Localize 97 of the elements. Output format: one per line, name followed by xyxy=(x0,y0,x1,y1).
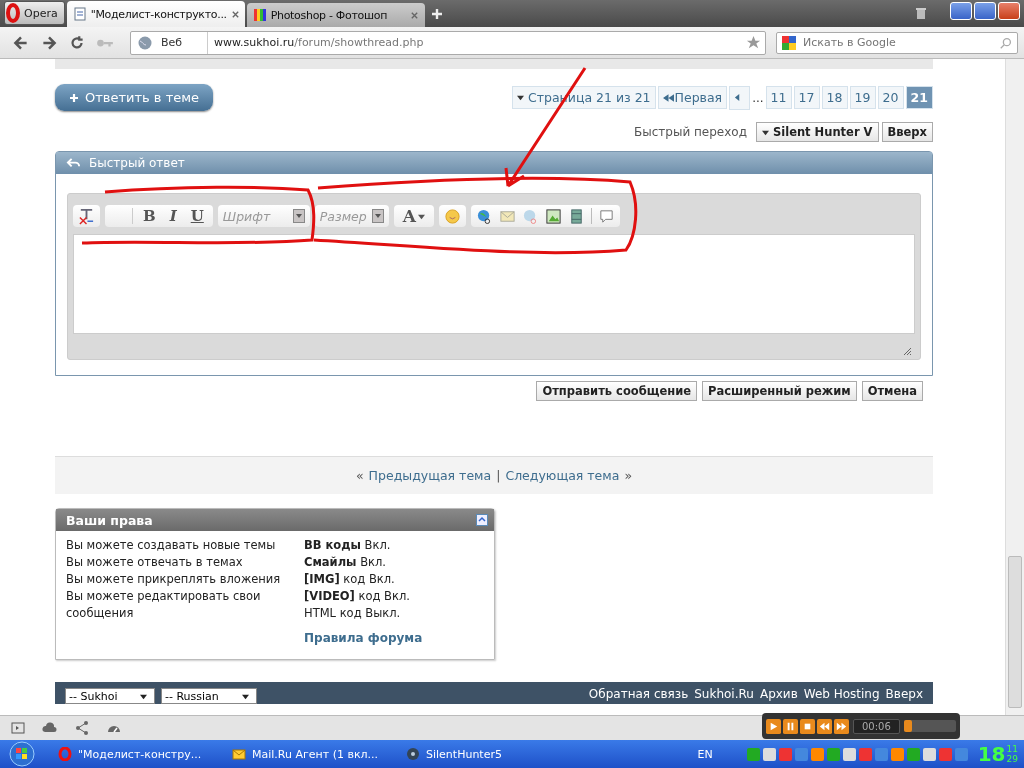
disc-icon xyxy=(406,747,420,761)
language-indicator[interactable]: EN xyxy=(697,747,713,761)
rainbow-icon xyxy=(252,8,267,22)
taskbar-item[interactable]: SilentHunter5 xyxy=(396,747,566,761)
quick-nav-label: Быстрый переход xyxy=(634,125,747,139)
opera-icon xyxy=(58,747,72,761)
collapse-icon[interactable] xyxy=(476,514,488,526)
form-button[interactable]: Отмена xyxy=(861,381,923,401)
fast-forward-button[interactable] xyxy=(834,718,849,734)
code-status-text: [IMG] код Вкл. xyxy=(304,571,396,588)
trash-icon[interactable] xyxy=(914,6,928,20)
page-link[interactable]: 19 xyxy=(849,86,876,109)
time-display: 00:06 xyxy=(853,718,900,734)
next-thread-link[interactable]: Следующая тема xyxy=(505,468,620,483)
resize-grip-icon[interactable] xyxy=(902,346,912,356)
panel-toggle-icon[interactable] xyxy=(10,720,26,736)
page-link[interactable]: 20 xyxy=(877,86,904,109)
tray-icons[interactable] xyxy=(746,747,968,761)
share-icon[interactable] xyxy=(74,720,90,736)
ellipsis: ... xyxy=(752,90,764,105)
footer-select[interactable]: -- Sukhoi xyxy=(65,688,155,704)
play-button[interactable] xyxy=(766,718,781,734)
form-button[interactable]: Отправить сообщение xyxy=(536,381,698,401)
search-icon[interactable] xyxy=(999,35,1013,50)
code-status-text: HTML код Выкл. xyxy=(304,605,402,622)
window-controls[interactable] xyxy=(950,2,1020,20)
taskbar-item[interactable]: "Моделист-констру... xyxy=(48,747,218,761)
footer-link[interactable]: Web Hosting xyxy=(803,687,880,701)
caret-icon xyxy=(242,692,249,700)
new-tab-icon[interactable] xyxy=(430,8,443,20)
close-icon[interactable] xyxy=(230,9,240,19)
forum-rules-link[interactable]: Правила форума xyxy=(304,630,484,647)
page-link[interactable]: 11 xyxy=(765,86,792,109)
image-icon[interactable] xyxy=(545,207,562,225)
caret-icon xyxy=(140,692,147,700)
guillemet: » xyxy=(624,468,633,483)
permission-text: Вы можете создавать новые темы xyxy=(66,537,277,554)
guillemet: « xyxy=(355,468,364,483)
bold-button[interactable]: B xyxy=(139,207,160,225)
search-field[interactable]: Искать в Google xyxy=(776,31,1018,54)
code-status-text: [VIDEO] код Вкл. xyxy=(304,588,411,605)
clock-minute: 11 xyxy=(1006,744,1018,754)
permission-text: Вы можете отвечать в темах xyxy=(66,554,244,571)
pause-button[interactable] xyxy=(783,718,798,734)
link-globe-icon[interactable] xyxy=(476,207,493,225)
stop-button[interactable] xyxy=(800,718,815,734)
reload-icon[interactable] xyxy=(68,33,86,52)
clock-second: 29 xyxy=(1006,754,1018,764)
form-button[interactable]: Расширенный режим xyxy=(702,381,857,401)
scrollbar[interactable] xyxy=(1005,59,1024,715)
rewind-button[interactable] xyxy=(817,718,832,734)
clear-format-icon[interactable] xyxy=(78,207,95,225)
address-field[interactable]: Веб www.sukhoi.ru/forum/showthread.php xyxy=(130,30,766,55)
reply-button[interactable]: Ответить в теме xyxy=(55,84,214,111)
footer-link[interactable]: Обратная связь xyxy=(588,687,689,701)
clock-hour: 18 xyxy=(977,742,1006,766)
panel-title: Быстрый ответ xyxy=(89,156,185,170)
permission-text: Вы можете редактировать свои сообщения xyxy=(66,588,262,622)
page-icon xyxy=(72,7,87,21)
globe-icon xyxy=(137,34,153,51)
close-icon[interactable] xyxy=(409,10,419,20)
italic-button[interactable]: I xyxy=(165,207,181,225)
separator: | xyxy=(496,468,501,483)
star-icon[interactable] xyxy=(746,35,761,50)
footer-select[interactable]: -- Russian xyxy=(161,688,257,704)
message-field[interactable] xyxy=(73,234,915,334)
underline-button[interactable]: U xyxy=(186,207,208,225)
arrow-icon xyxy=(734,94,742,101)
forum-select[interactable]: Silent Hunter V xyxy=(755,122,879,142)
film-icon[interactable] xyxy=(568,207,585,225)
opera-logo-icon xyxy=(6,3,20,23)
caret-icon xyxy=(517,94,524,101)
caret-icon xyxy=(418,212,425,220)
code-status-text: Смайлы Вкл. xyxy=(304,554,387,571)
footer-link[interactable]: Вверх xyxy=(885,687,923,701)
opera-menu-button[interactable]: Opera xyxy=(4,1,65,25)
speech-bubble-icon[interactable] xyxy=(598,207,615,225)
footer-link[interactable]: Sukhoi.Ru xyxy=(694,687,754,701)
prev-page-link[interactable] xyxy=(729,85,751,110)
taskbar-item[interactable]: Mail.Ru Агент (1 вкл... xyxy=(222,747,392,761)
caret-icon xyxy=(761,129,769,136)
double-arrow-icon xyxy=(662,93,674,102)
seek-bar[interactable] xyxy=(903,720,956,732)
permission-text: Вы можете прикреплять вложения xyxy=(66,571,282,588)
page-link[interactable]: 18 xyxy=(821,86,848,109)
plus-icon xyxy=(69,92,79,103)
first-page-link[interactable]: Первая xyxy=(657,86,728,109)
top-button[interactable]: Вверх xyxy=(881,122,933,142)
footer-link[interactable]: Архив xyxy=(759,687,798,701)
previous-thread-link[interactable]: Предыдущая тема xyxy=(368,468,492,483)
scope-label: Веб xyxy=(161,36,183,49)
browser-tab[interactable]: "Моделист-конструкто... xyxy=(66,1,245,27)
code-status-text: BB коды Вкл. xyxy=(304,537,392,554)
box-title: Ваши права xyxy=(66,512,153,528)
browser-tab[interactable]: Photoshop - Фотошоп xyxy=(246,3,425,27)
envelope-icon xyxy=(232,747,246,761)
page-link[interactable]: 17 xyxy=(793,86,820,109)
